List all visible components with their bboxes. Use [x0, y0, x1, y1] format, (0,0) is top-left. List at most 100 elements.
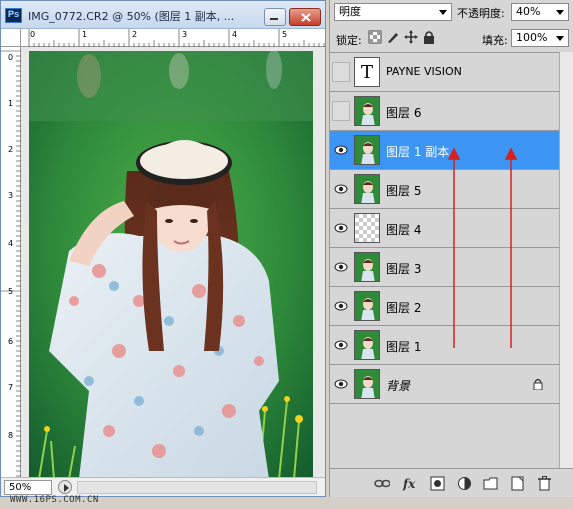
horizontal-scrollbar[interactable] [77, 481, 317, 494]
layer-name: 图层 1 副本 [386, 145, 450, 159]
layer-name: 图层 5 [386, 184, 422, 198]
canvas-photo [29, 51, 313, 477]
layers-list: T PAYNE VISION 图层 6 图层 1 副本 图层 5 图层 4 图层… [330, 52, 559, 468]
add-mask-icon[interactable] [430, 476, 446, 491]
visibility-toggle[interactable] [332, 218, 350, 238]
ruler-v-label: 6 [8, 337, 14, 346]
layers-scrollbar[interactable] [559, 52, 573, 468]
ruler-h-label: 1 [82, 30, 88, 39]
layer-thumbnail [354, 135, 380, 165]
ruler-v-label: 8 [8, 431, 14, 440]
zoom-field[interactable]: 50% [4, 480, 52, 495]
visibility-toggle[interactable] [332, 101, 350, 121]
blend-mode-select[interactable]: 明度 [334, 3, 452, 21]
eye-icon [334, 340, 348, 350]
layers-panel: 明度 不透明度: 40% 锁定: 填充: 100% T PAYNE VISION [329, 0, 573, 497]
close-button[interactable] [289, 8, 321, 26]
fill-label: 填充: [482, 34, 508, 47]
ruler-h-label: 4 [232, 30, 238, 39]
ruler-h-label: 0 [30, 30, 36, 39]
visibility-toggle[interactable] [332, 374, 350, 394]
visibility-toggle[interactable] [332, 296, 350, 316]
chevron-down-icon [556, 10, 564, 15]
document-canvas[interactable] [21, 47, 325, 477]
visibility-toggle[interactable] [332, 257, 350, 277]
layer-thumbnail [354, 96, 380, 126]
svg-text:fx: fx [402, 477, 416, 491]
ruler-v-label: 2 [8, 145, 14, 154]
restore-icon [270, 18, 278, 20]
layer-name: 背景 [386, 379, 411, 393]
lock-transparent-pixels-icon[interactable] [368, 30, 382, 44]
visibility-toggle[interactable] [332, 140, 350, 160]
layer-name: 图层 1 [386, 340, 422, 354]
chevron-down-icon [556, 36, 564, 41]
document-titlebar[interactable]: Ps IMG_0772.CR2 @ 50% (图层 1 副本, ... [1, 1, 325, 29]
ruler-v-label: 4 [8, 239, 14, 248]
layer-name: 图层 2 [386, 301, 422, 315]
layer-name: 图层 6 [386, 106, 422, 120]
ruler-h-label: 5 [282, 30, 288, 39]
ruler-v-label: 5 [8, 287, 14, 296]
layer-row[interactable]: 图层 2 [330, 287, 559, 326]
layer-row[interactable]: 图层 3 [330, 248, 559, 287]
status-menu-button[interactable] [58, 480, 72, 494]
close-icon [301, 13, 311, 22]
layer-row[interactable]: T PAYNE VISION [330, 53, 559, 92]
horizontal-ruler[interactable]: 0 1 2 3 4 5 [21, 29, 325, 47]
eye-icon [334, 145, 348, 155]
ruler-origin[interactable] [1, 29, 21, 47]
layer-name: 图层 4 [386, 223, 422, 237]
layer-thumbnail [354, 369, 380, 399]
ruler-h-label: 3 [182, 30, 188, 39]
photoshop-logo-icon: Ps [5, 8, 22, 23]
fill-value: 100% [516, 31, 548, 44]
layer-thumbnail [354, 291, 380, 321]
layer-name: PAYNE VISION [386, 65, 462, 78]
eye-icon [334, 379, 348, 389]
opacity-value: 40% [516, 5, 541, 18]
visibility-toggle[interactable] [332, 62, 350, 82]
new-layer-icon[interactable] [510, 476, 526, 491]
fill-field[interactable]: 100% [511, 29, 569, 47]
layer-row[interactable]: 图层 4 [330, 209, 559, 248]
layer-row[interactable]: 图层 1 副本 [330, 131, 559, 170]
layers-footer: fx [330, 468, 573, 497]
layer-row[interactable]: 图层 1 [330, 326, 559, 365]
restore-button[interactable] [264, 8, 286, 26]
watermark: WWW.16PS.COM.CN [10, 495, 99, 505]
arrow-right-icon [64, 484, 69, 492]
layer-thumbnail [354, 330, 380, 360]
ruler-v-label: 1 [8, 99, 14, 108]
layer-row[interactable]: 背景 [330, 365, 559, 404]
vertical-ruler-ticks [1, 50, 21, 477]
transparent-layer-thumbnail [354, 213, 380, 243]
horizontal-ruler-ticks [28, 29, 325, 47]
layer-row[interactable]: 图层 5 [330, 170, 559, 209]
ruler-h-label: 2 [132, 30, 138, 39]
adjustment-layer-icon[interactable] [457, 476, 473, 491]
lock-icon [533, 378, 543, 390]
text-layer-thumbnail: T [354, 57, 380, 87]
opacity-field[interactable]: 40% [511, 3, 569, 21]
eye-icon [334, 262, 348, 272]
document-title: IMG_0772.CR2 @ 50% (图层 1 副本, ... [28, 10, 235, 23]
chevron-down-icon [439, 10, 447, 15]
link-layers-icon[interactable] [374, 476, 390, 491]
text-layer-icon: T [360, 61, 373, 83]
lock-image-pixels-icon[interactable] [386, 30, 400, 44]
visibility-toggle[interactable] [332, 335, 350, 355]
layer-row[interactable]: 图层 6 [330, 92, 559, 131]
opacity-label: 不透明度: [457, 7, 505, 20]
lock-all-icon[interactable] [422, 30, 436, 44]
lock-position-icon[interactable] [404, 30, 418, 44]
layer-name: 图层 3 [386, 262, 422, 276]
layer-style-fx-icon[interactable]: fx [402, 476, 418, 491]
blend-mode-value: 明度 [339, 5, 361, 18]
document-window: Ps IMG_0772.CR2 @ 50% (图层 1 副本, ... 0 1 … [0, 0, 326, 497]
vertical-ruler[interactable]: 0 1 2 3 4 5 6 7 8 [1, 47, 21, 477]
new-group-folder-icon[interactable] [483, 476, 499, 491]
delete-layer-trash-icon[interactable] [537, 476, 553, 491]
layer-thumbnail [354, 174, 380, 204]
visibility-toggle[interactable] [332, 179, 350, 199]
